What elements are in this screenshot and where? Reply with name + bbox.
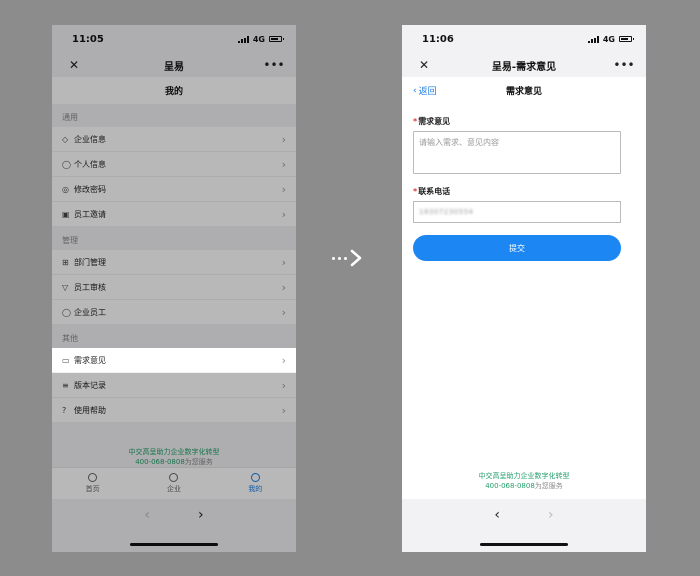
tab-company[interactable]: 企业 <box>133 468 214 499</box>
menu-item-help[interactable]: ? 使用帮助 › <box>52 398 296 423</box>
page-header: ‹ 返回 需求意见 <box>402 77 646 104</box>
menu-item-employee-invite[interactable]: ▣ 员工邀请 › <box>52 202 296 227</box>
menu-item-employee-review[interactable]: ▽ 员工审核 › <box>52 275 296 300</box>
company-icon <box>169 473 179 482</box>
nav-title: 呈易 <box>164 61 184 73</box>
chevron-right-icon: › <box>281 305 286 319</box>
tab-mine[interactable]: 我的 <box>215 468 296 499</box>
home-indicator <box>480 543 568 546</box>
message-icon: ▭ <box>62 355 70 365</box>
diamond-icon: ◇ <box>62 134 69 144</box>
menu-item-company-info[interactable]: ◇ 企业信息 › <box>52 127 296 152</box>
menu-item-change-password[interactable]: ◎ 修改密码 › <box>52 177 296 202</box>
chevron-right-icon: › <box>281 403 286 417</box>
close-icon[interactable]: ✕ <box>414 55 434 75</box>
service-phone: 400-068-0808 <box>135 458 185 466</box>
settings-menu: 通用 ◇ 企业信息 › ◯ 个人信息 › ◎ 修改密码 › ▣ 员工邀请 › 管理 ⊞ 部门管理 ›… <box>52 104 296 423</box>
chevron-right-icon: › <box>281 132 286 146</box>
flow-arrow-icon <box>332 249 362 267</box>
nav-title: 呈易-需求意见 <box>491 61 557 73</box>
more-icon[interactable]: ••• <box>263 55 284 75</box>
battery-icon <box>619 36 634 42</box>
status-bar: 11:06 4G <box>402 25 646 53</box>
footer-slogan: 中交高呈助力企业数字化转型 400-068-0808为您服务 <box>128 448 220 466</box>
nav-bar: ✕ 呈易-需求意见 ••• <box>402 53 646 77</box>
close-icon[interactable]: ✕ <box>64 55 84 75</box>
org-chart-icon: ⊞ <box>62 257 69 267</box>
network-label: 4G <box>252 34 265 44</box>
more-icon[interactable]: ••• <box>613 55 634 75</box>
service-phone: 400-068-0808 <box>485 482 535 490</box>
signal-icon <box>587 35 599 43</box>
invite-icon: ▣ <box>62 209 70 219</box>
required-marker: * <box>413 117 418 126</box>
menu-item-personal-info[interactable]: ◯ 个人信息 › <box>52 152 296 177</box>
home-icon <box>88 473 98 482</box>
nav-bar: ✕ 呈易 ••• <box>52 53 296 77</box>
battery-icon <box>269 36 284 42</box>
feedback-textarea[interactable]: 请输入需求、意见内容 <box>413 131 621 174</box>
footer-slogan: 中交高呈助力企业数字化转型 400-068-0808为您服务 <box>478 472 570 490</box>
chevron-right-icon: › <box>281 280 286 294</box>
feedback-form: *需求意见 请输入需求、意见内容 *联系电话 18307230554 提交 <box>402 104 646 522</box>
menu-item-company-staff[interactable]: ◯ 企业员工 › <box>52 300 296 325</box>
chevron-right-icon: › <box>281 207 286 221</box>
network-label: 4G <box>602 34 615 44</box>
chevron-right-icon: › <box>281 157 286 171</box>
help-icon: ? <box>62 405 67 415</box>
home-indicator <box>130 543 218 546</box>
chevron-right-icon: › <box>281 255 286 269</box>
chevron-right-icon: › <box>281 378 286 392</box>
section-label-management: 管理 <box>62 236 78 245</box>
section-label-general: 通用 <box>62 113 78 122</box>
submit-button[interactable]: 提交 <box>413 235 621 261</box>
menu-item-version-history[interactable]: ≡ 版本记录 › <box>52 373 296 398</box>
page-title: 需求意见 <box>505 87 542 97</box>
key-icon: ◎ <box>62 184 69 194</box>
menu-item-feedback[interactable]: ▭ 需求意见 › <box>52 348 296 373</box>
person-icon: ◯ <box>62 159 71 169</box>
phone-value: 18307230554 <box>419 208 474 216</box>
chevron-right-icon: › <box>281 353 286 367</box>
back-button[interactable]: ‹ 返回 <box>413 77 437 104</box>
right-phone-screen: 11:06 4G ✕ 呈易-需求意见 ••• ‹ 返回 需求意见 *需求意见 请输… <box>402 25 646 552</box>
person-icon: ◯ <box>62 307 71 317</box>
section-label-other: 其他 <box>62 334 78 343</box>
page-title: 我的 <box>52 77 296 104</box>
user-icon <box>250 473 260 482</box>
tab-home[interactable]: 首页 <box>52 468 133 499</box>
status-bar: 11:05 4G <box>52 25 296 53</box>
signal-icon <box>237 35 249 43</box>
chevron-right-icon: › <box>281 182 286 196</box>
filter-icon: ▽ <box>62 282 69 292</box>
chevron-left-icon: ‹ <box>413 85 417 96</box>
list-icon: ≡ <box>62 380 69 390</box>
feedback-label: *需求意见 <box>413 117 451 126</box>
phone-label: *联系电话 <box>413 187 451 196</box>
status-time: 11:05 <box>72 33 104 45</box>
required-marker: * <box>413 187 418 196</box>
left-phone-screen: 11:05 4G ✕ 呈易 ••• 我的 通用 ◇ 企业信息 › ◯ 个人信息 › ◎ 修… <box>52 25 296 552</box>
menu-item-department[interactable]: ⊞ 部门管理 › <box>52 250 296 275</box>
phone-input[interactable]: 18307230554 <box>413 201 621 223</box>
tab-bar: 首页 企业 我的 <box>52 467 296 499</box>
status-time: 11:06 <box>422 33 454 45</box>
